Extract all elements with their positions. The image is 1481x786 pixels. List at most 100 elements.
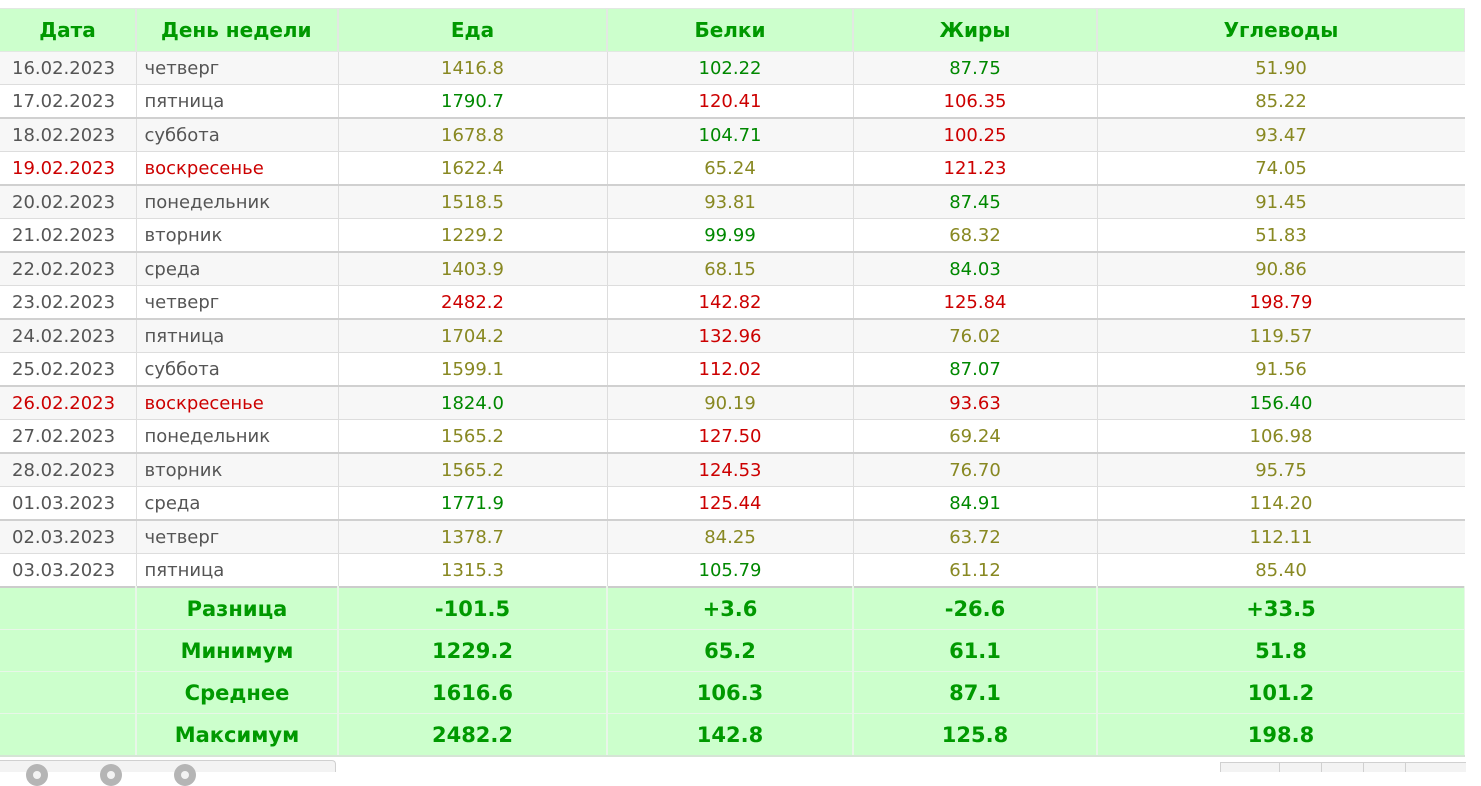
cell-carbs: 93.47 <box>1097 118 1466 152</box>
cell-carbs: 51.90 <box>1097 51 1466 85</box>
cell-protein: 90.19 <box>607 386 854 420</box>
cell-food: 1824.0 <box>338 386 608 420</box>
cell-food: 1704.2 <box>338 319 608 353</box>
cell-date: 20.02.2023 <box>0 185 137 219</box>
summary-label: Среднее <box>136 671 339 714</box>
summary-row: Среднее 1616.6 106.3 87.1 101.2 <box>0 671 1466 714</box>
table-row[interactable]: 02.03.2023 четверг 1378.7 84.25 63.72 112.11 <box>0 520 1466 554</box>
cell-weekday: пятница <box>136 553 339 588</box>
summary-blank-cell <box>0 713 137 757</box>
table-row[interactable]: 17.02.2023 пятница 1790.7 120.41 106.35 85.22 <box>0 84 1466 119</box>
table-row[interactable]: 03.03.2023 пятница 1315.3 105.79 61.12 85.40 <box>0 553 1466 588</box>
table-body: 16.02.2023 четверг 1416.8 102.22 87.75 51.90 1… <box>0 51 1466 588</box>
summary-label: Разница <box>136 586 339 630</box>
gear-icon[interactable] <box>26 764 48 786</box>
cell-protein: 125.44 <box>607 486 854 521</box>
cell-fat: 100.25 <box>853 118 1098 152</box>
cell-food: 1518.5 <box>338 185 608 219</box>
gear-icon[interactable] <box>174 764 196 786</box>
cell-weekday: среда <box>136 486 339 521</box>
table-row[interactable]: 26.02.2023 воскресенье 1824.0 90.19 93.63 156… <box>0 386 1466 420</box>
header-protein[interactable]: Белки <box>607 8 854 52</box>
cell-carbs: 106.98 <box>1097 419 1466 454</box>
cell-protein: 105.79 <box>607 553 854 588</box>
cell-carbs: 114.20 <box>1097 486 1466 521</box>
cell-food: 1315.3 <box>338 553 608 588</box>
summary-row: Минимум 1229.2 65.2 61.1 51.8 <box>0 629 1466 672</box>
summary-carbs: +33.5 <box>1097 586 1466 630</box>
cell-carbs: 198.79 <box>1097 285 1466 320</box>
cell-date: 02.03.2023 <box>0 520 137 554</box>
table-row[interactable]: 20.02.2023 понедельник 1518.5 93.81 87.45 91.… <box>0 185 1466 219</box>
cell-protein: 65.24 <box>607 151 854 186</box>
cell-weekday: вторник <box>136 218 339 253</box>
cell-food: 1678.8 <box>338 118 608 152</box>
cell-fat: 87.07 <box>853 352 1098 387</box>
table-row[interactable]: 25.02.2023 суббота 1599.1 112.02 87.07 91.56 <box>0 352 1466 387</box>
cell-food: 1378.7 <box>338 520 608 554</box>
table-row[interactable]: 21.02.2023 вторник 1229.2 99.99 68.32 51.83 <box>0 218 1466 253</box>
cell-fat: 69.24 <box>853 419 1098 454</box>
cell-weekday: вторник <box>136 453 339 487</box>
cell-weekday: четверг <box>136 285 339 320</box>
cell-date: 23.02.2023 <box>0 285 137 320</box>
gear-icon[interactable] <box>100 764 122 786</box>
header-date[interactable]: Дата <box>0 8 137 52</box>
table-row[interactable]: 01.03.2023 среда 1771.9 125.44 84.91 114.20 <box>0 486 1466 521</box>
header-food[interactable]: Еда <box>338 8 608 52</box>
summary-protein: +3.6 <box>607 586 854 630</box>
cell-fat: 121.23 <box>853 151 1098 186</box>
cell-carbs: 90.86 <box>1097 252 1466 286</box>
cell-protein: 124.53 <box>607 453 854 487</box>
cell-weekday: четверг <box>136 51 339 85</box>
summary-food: 1616.6 <box>338 671 608 714</box>
cell-fat: 76.70 <box>853 453 1098 487</box>
cell-date: 03.03.2023 <box>0 553 137 588</box>
cell-carbs: 91.45 <box>1097 185 1466 219</box>
table-row[interactable]: 27.02.2023 понедельник 1565.2 127.50 69.24 10… <box>0 419 1466 454</box>
cell-fat: 68.32 <box>853 218 1098 253</box>
cell-weekday: воскресенье <box>136 151 339 186</box>
cell-carbs: 85.40 <box>1097 553 1466 588</box>
table-row[interactable]: 16.02.2023 четверг 1416.8 102.22 87.75 51.90 <box>0 51 1466 85</box>
nutrition-table: Дата День недели Еда Белки Жиры Углеводы… <box>0 8 1466 757</box>
cell-protein: 112.02 <box>607 352 854 387</box>
cell-weekday: воскресенье <box>136 386 339 420</box>
cell-carbs: 112.11 <box>1097 520 1466 554</box>
cell-date: 16.02.2023 <box>0 51 137 85</box>
table-row[interactable]: 19.02.2023 воскресенье 1622.4 65.24 121.23 74… <box>0 151 1466 186</box>
cell-fat: 63.72 <box>853 520 1098 554</box>
table-row[interactable]: 24.02.2023 пятница 1704.2 132.96 76.02 119.57 <box>0 319 1466 353</box>
header-weekday[interactable]: День недели <box>136 8 339 52</box>
cell-carbs: 91.56 <box>1097 352 1466 387</box>
summary-protein: 106.3 <box>607 671 854 714</box>
cell-weekday: суббота <box>136 118 339 152</box>
summary-label: Максимум <box>136 713 339 757</box>
cell-food: 1565.2 <box>338 453 608 487</box>
summary-protein: 65.2 <box>607 629 854 672</box>
cell-protein: 99.99 <box>607 218 854 253</box>
bottom-toolbar-left <box>0 760 336 786</box>
cell-date: 01.03.2023 <box>0 486 137 521</box>
cell-date: 22.02.2023 <box>0 252 137 286</box>
table-row[interactable]: 23.02.2023 четверг 2482.2 142.82 125.84 198.7… <box>0 285 1466 320</box>
summary-blank-cell <box>0 671 137 714</box>
cell-fat: 87.75 <box>853 51 1098 85</box>
cell-weekday: пятница <box>136 319 339 353</box>
cell-fat: 84.91 <box>853 486 1098 521</box>
table-row[interactable]: 18.02.2023 суббота 1678.8 104.71 100.25 93.47 <box>0 118 1466 152</box>
header-carbs[interactable]: Углеводы <box>1097 8 1466 52</box>
summary-section: Разница -101.5 +3.6 -26.6 +33.5 Минимум 1229.2… <box>0 586 1466 757</box>
summary-blank-cell <box>0 586 137 630</box>
table-row[interactable]: 28.02.2023 вторник 1565.2 124.53 76.70 95.75 <box>0 453 1466 487</box>
cell-fat: 76.02 <box>853 319 1098 353</box>
cell-protein: 132.96 <box>607 319 854 353</box>
table-row[interactable]: 22.02.2023 среда 1403.9 68.15 84.03 90.86 <box>0 252 1466 286</box>
cell-protein: 84.25 <box>607 520 854 554</box>
cell-weekday: понедельник <box>136 419 339 454</box>
cell-food: 1229.2 <box>338 218 608 253</box>
cell-fat: 93.63 <box>853 386 1098 420</box>
cell-date: 26.02.2023 <box>0 386 137 420</box>
header-fat[interactable]: Жиры <box>853 8 1098 52</box>
cell-fat: 125.84 <box>853 285 1098 320</box>
